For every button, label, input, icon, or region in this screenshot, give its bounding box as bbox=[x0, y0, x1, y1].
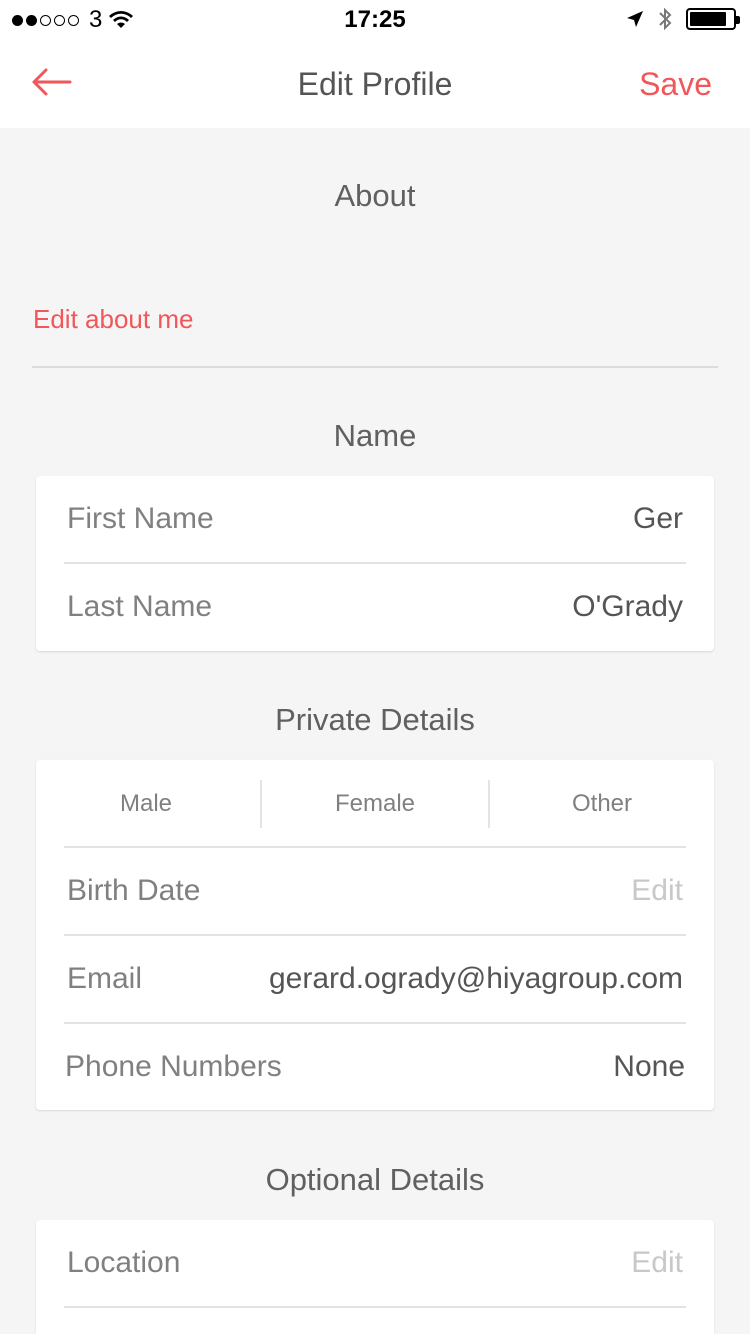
page-title: Edit Profile bbox=[297, 66, 453, 102]
private-details-section-title: Private Details bbox=[275, 702, 475, 737]
location-row[interactable]: Location Edit bbox=[36, 1220, 714, 1308]
optional-details-section-title: Optional Details bbox=[265, 1162, 485, 1197]
optional-details-card: Location Edit bbox=[36, 1220, 714, 1334]
gender-option-male[interactable]: Male bbox=[36, 760, 256, 848]
phone-numbers-value[interactable]: None bbox=[613, 1050, 685, 1084]
private-details-card: Male Female Other Birth Date Edit Email … bbox=[36, 760, 714, 1110]
about-section-title: About bbox=[334, 178, 416, 213]
last-name-label: Last Name bbox=[67, 590, 213, 623]
gender-option-female[interactable]: Female bbox=[262, 760, 488, 848]
first-name-label: First Name bbox=[67, 502, 214, 535]
birth-date-label: Birth Date bbox=[67, 874, 201, 907]
first-name-row[interactable]: First Name Ger bbox=[36, 476, 714, 564]
phone-numbers-label: Phone Numbers bbox=[65, 1050, 282, 1083]
name-card: First Name Ger Last Name O'Grady bbox=[36, 476, 714, 651]
name-section-title: Name bbox=[333, 418, 417, 453]
email-value[interactable]: gerard.ogrady@hiyagroup.com bbox=[269, 962, 683, 996]
status-bar: 3 17:25 bbox=[0, 0, 750, 40]
divider bbox=[64, 1306, 686, 1308]
nav-bar: Edit Profile Save bbox=[0, 40, 750, 128]
phone-numbers-row[interactable]: Phone Numbers None bbox=[36, 1024, 714, 1112]
status-right bbox=[626, 7, 740, 31]
email-row[interactable]: Email gerard.ogrady@hiyagroup.com bbox=[36, 936, 714, 1024]
location-arrow-icon bbox=[627, 11, 643, 27]
last-name-value[interactable]: O'Grady bbox=[572, 590, 683, 624]
first-name-value[interactable]: Ger bbox=[633, 502, 683, 536]
edit-about-me-link[interactable]: Edit about me bbox=[33, 304, 193, 335]
email-label: Email bbox=[67, 962, 143, 995]
battery-cap bbox=[736, 16, 740, 24]
birth-date-row[interactable]: Birth Date Edit bbox=[36, 848, 714, 936]
location-edit[interactable]: Edit bbox=[631, 1246, 683, 1280]
gender-option-other[interactable]: Other bbox=[490, 760, 714, 848]
battery-icon bbox=[686, 8, 740, 30]
divider bbox=[32, 366, 718, 368]
battery-level bbox=[690, 12, 726, 26]
birth-date-edit[interactable]: Edit bbox=[631, 874, 683, 908]
location-label: Location bbox=[67, 1246, 181, 1279]
bluetooth-icon bbox=[659, 7, 672, 31]
save-button[interactable]: Save bbox=[639, 66, 712, 103]
last-name-row[interactable]: Last Name O'Grady bbox=[36, 564, 714, 652]
